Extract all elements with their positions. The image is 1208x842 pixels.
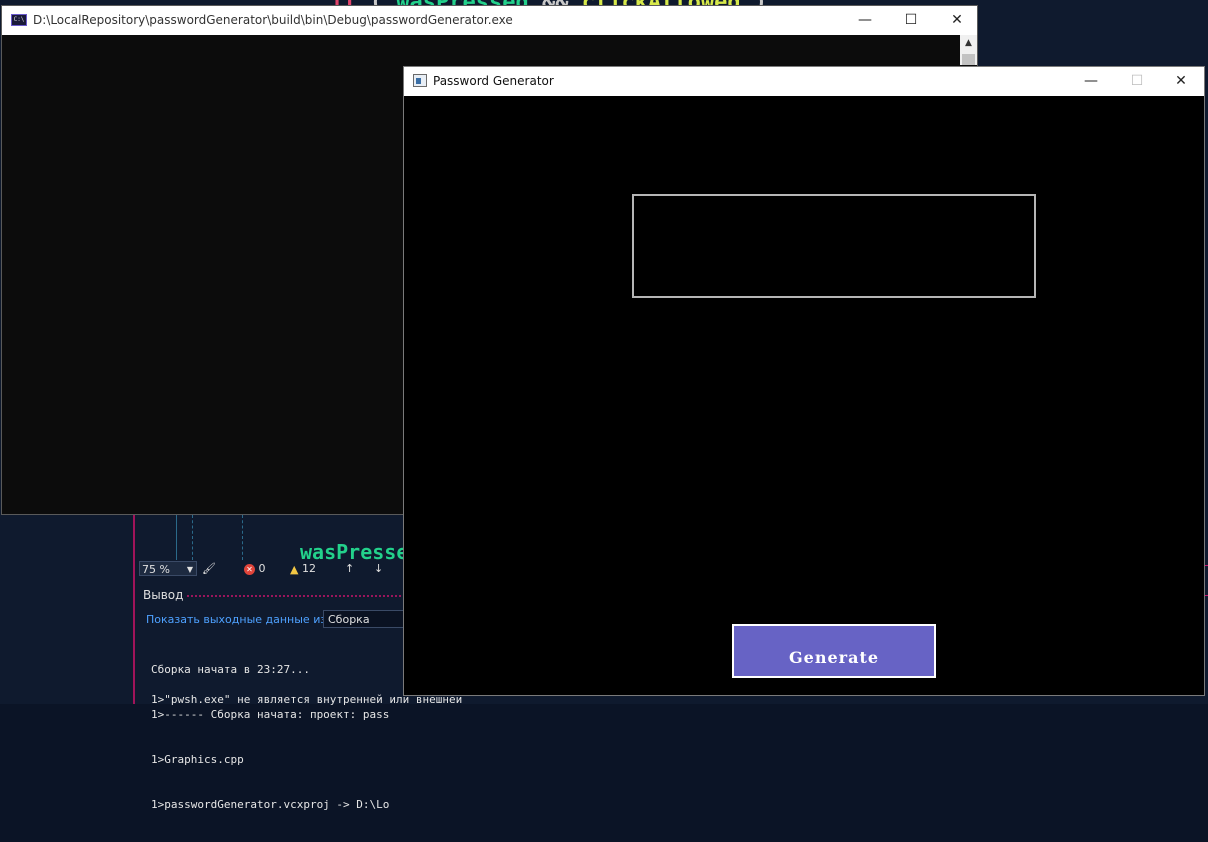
- indent-guide: [176, 515, 177, 560]
- zoom-dropdown[interactable]: 75 % ▼: [139, 561, 197, 576]
- app-window-icon: [413, 74, 427, 87]
- output-header-grip: [186, 594, 404, 598]
- zoom-value: 75 %: [142, 563, 170, 576]
- console-title: D:\LocalRepository\passwordGenerator\bui…: [33, 13, 513, 27]
- warnings-indicator[interactable]: ▲ 12: [290, 562, 316, 576]
- editor-status-bar: 75 % ▼ 🖌 ✕ 0 ▲ 12 ↑ ↓: [138, 560, 404, 579]
- editor-edge-marker: [133, 515, 135, 704]
- password-output-field[interactable]: [632, 194, 1036, 298]
- app-maximize-button: ☐: [1114, 67, 1160, 96]
- brush-icon[interactable]: 🖌: [202, 562, 216, 575]
- scrollbar-thumb[interactable]: [962, 54, 975, 65]
- password-generator-window: Password Generator — ☐ ✕ Generate: [403, 66, 1205, 696]
- console-maximize-button[interactable]: ☐: [888, 6, 934, 35]
- chevron-down-icon: ▼: [186, 565, 193, 574]
- arrow-up-icon[interactable]: ↑: [345, 562, 354, 575]
- app-minimize-button[interactable]: —: [1068, 67, 1114, 96]
- minimize-icon: —: [1084, 73, 1098, 89]
- maximize-icon: ☐: [1130, 73, 1144, 89]
- console-titlebar[interactable]: C:\ D:\LocalRepository\passwordGenerator…: [2, 6, 977, 35]
- output-line: 1>Graphics.cpp: [151, 753, 244, 766]
- output-line: Сборка начата в 23:27...: [151, 663, 310, 676]
- minimize-icon: —: [858, 12, 872, 28]
- output-text: Сборка начата в 23:27... 1>------ Сборка…: [151, 632, 389, 842]
- close-icon: ✕: [1175, 73, 1187, 89]
- errors-indicator[interactable]: ✕ 0: [244, 562, 266, 575]
- output-source-label: Показать выходные данные из:: [146, 613, 330, 626]
- console-scrollbar[interactable]: ▲: [960, 35, 977, 65]
- generate-button[interactable]: Generate: [732, 624, 936, 678]
- indent-guide: [192, 515, 194, 560]
- output-source-dropdown[interactable]: Сборка: [323, 610, 404, 628]
- output-line: 1>passwordGenerator.vcxproj -> D:\Lo: [151, 798, 390, 811]
- app-close-button[interactable]: ✕: [1158, 67, 1204, 96]
- scroll-up-icon[interactable]: ▲: [960, 35, 977, 52]
- console-minimize-button[interactable]: —: [842, 6, 888, 35]
- console-app-icon: C:\: [11, 14, 27, 26]
- output-line: 1>------ Сборка начата: проект: pass: [151, 708, 390, 721]
- console-close-button[interactable]: ✕: [934, 6, 980, 35]
- close-icon: ✕: [951, 12, 963, 28]
- output-pane: Вывод Показать выходные данные из: Сборк…: [138, 585, 404, 811]
- warning-icon: ▲: [290, 562, 299, 576]
- app-title: Password Generator: [433, 74, 554, 88]
- maximize-icon: ☐: [904, 12, 918, 28]
- app-titlebar[interactable]: Password Generator — ☐ ✕: [404, 67, 1204, 96]
- error-icon: ✕: [244, 563, 255, 575]
- indent-guide: [242, 515, 244, 560]
- arrow-down-icon[interactable]: ↓: [374, 562, 383, 575]
